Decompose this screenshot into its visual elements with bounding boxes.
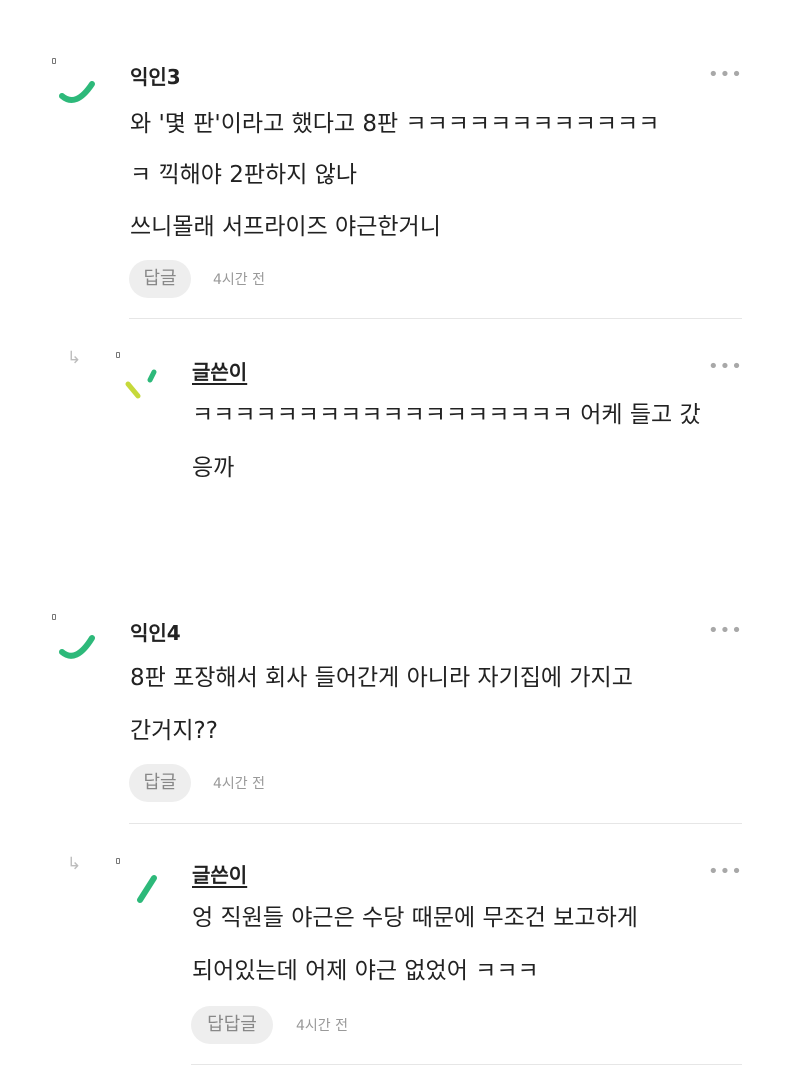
avatar[interactable] bbox=[116, 858, 186, 928]
reply-arrow-icon: ↳ bbox=[67, 854, 82, 874]
reply-to-reply-button[interactable]: 답답글 bbox=[191, 1006, 273, 1044]
comment-text-line: 8판 포장해서 회사 들어간게 아니라 자기집에 가지고 bbox=[130, 665, 633, 691]
divider bbox=[129, 823, 742, 824]
reply-text-line: 되어있는데 어제 야근 없었어 ㅋㅋㅋ bbox=[192, 958, 539, 984]
comment-text-line: 간거지?? bbox=[130, 718, 218, 744]
more-options-icon[interactable]: ••• bbox=[708, 622, 743, 640]
avatar-badge-icon bbox=[52, 614, 56, 620]
more-options-icon[interactable]: ••• bbox=[708, 863, 743, 881]
reply-button[interactable]: 답글 bbox=[129, 764, 191, 802]
avatar[interactable] bbox=[52, 614, 122, 684]
comment-author[interactable]: 익인4 bbox=[130, 617, 181, 646]
avatar-shape-icon bbox=[59, 635, 95, 659]
timestamp: 4시간 전 bbox=[213, 776, 265, 792]
reply-text-line: 엉 직원들 야근은 수당 때문에 무조건 보고하게 bbox=[192, 905, 638, 931]
timestamp: 4시간 전 bbox=[296, 1018, 348, 1034]
avatar-shape-icon bbox=[137, 875, 157, 903]
avatar-badge-icon bbox=[116, 858, 120, 864]
comment-item: 익인4 ••• 8판 포장해서 회사 들어간게 아니라 자기집에 가지고 간거지… bbox=[0, 0, 787, 1089]
divider bbox=[191, 1064, 742, 1065]
reply-author[interactable]: 글쓴이 bbox=[192, 859, 247, 888]
